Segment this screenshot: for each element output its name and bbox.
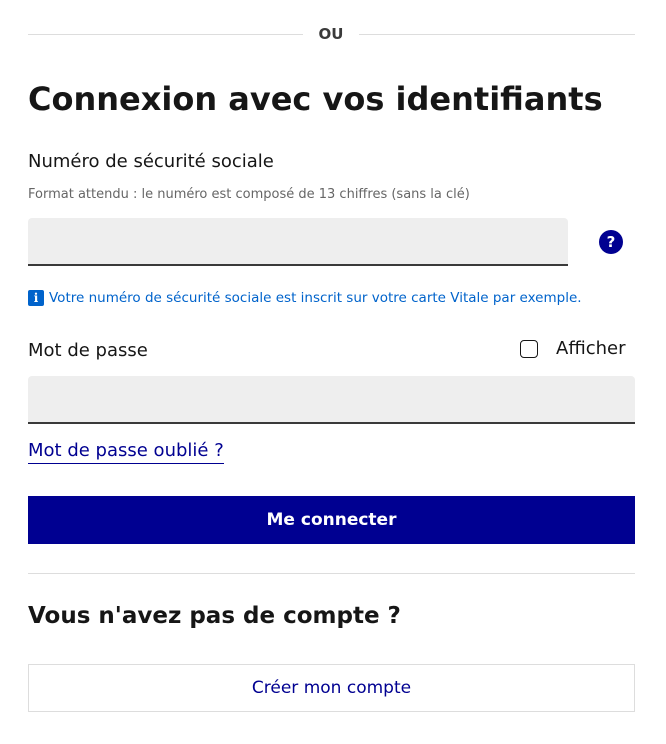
- separator-line-right: [359, 34, 635, 35]
- login-button[interactable]: Me connecter: [28, 496, 635, 544]
- section-divider: [28, 573, 635, 574]
- nss-info-text: Votre numéro de sécurité sociale est ins…: [49, 289, 582, 306]
- separator-line-left: [28, 34, 303, 35]
- password-input[interactable]: [28, 376, 635, 424]
- checkbox-unchecked-icon[interactable]: [520, 339, 538, 358]
- password-label: Mot de passe: [28, 340, 148, 361]
- nss-label: Numéro de sécurité sociale: [28, 151, 274, 172]
- question-circle-icon[interactable]: ?: [599, 230, 623, 254]
- create-account-button[interactable]: Créer mon compte: [28, 664, 635, 712]
- nss-hint: Format attendu : le numéro est composé d…: [28, 187, 470, 202]
- nss-info-message: i Votre numéro de sécurité sociale est in…: [28, 287, 582, 307]
- page-title: Connexion avec vos identifiants: [28, 80, 603, 118]
- info-square-icon: i: [28, 289, 44, 306]
- forgot-password-link[interactable]: Mot de passe oublié ?: [28, 440, 224, 464]
- no-account-title: Vous n'avez pas de compte ?: [28, 603, 401, 629]
- show-password-toggle[interactable]: Afficher: [520, 338, 626, 364]
- show-password-label[interactable]: Afficher: [556, 338, 626, 359]
- nss-input[interactable]: [28, 218, 568, 266]
- or-separator: OU: [28, 22, 635, 46]
- separator-text: OU: [318, 25, 344, 43]
